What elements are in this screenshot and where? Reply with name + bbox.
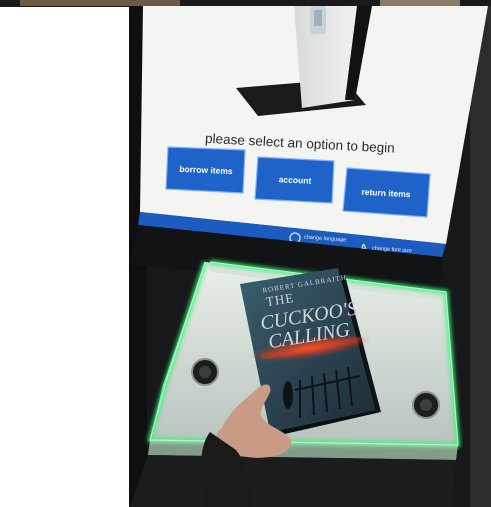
borrow-items-button[interactable]: borrow items xyxy=(167,148,245,191)
account-button[interactable]: account xyxy=(256,158,334,201)
kiosk-photo: A xyxy=(0,0,491,507)
return-items-button[interactable]: return items xyxy=(343,170,429,216)
